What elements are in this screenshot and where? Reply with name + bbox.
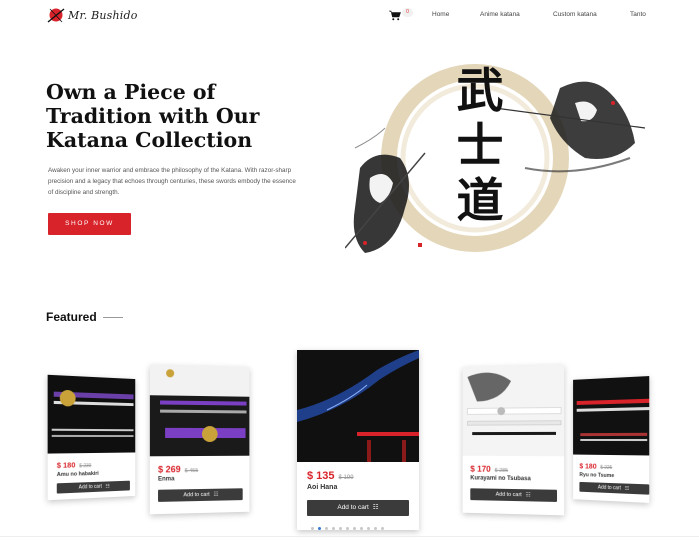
product-card[interactable]: $ 135 $ 199 Aoi Hana Add to cart ☷: [297, 350, 419, 530]
add-to-cart-button[interactable]: Add to cart ☷: [307, 500, 409, 516]
add-to-cart-button[interactable]: Add to cart ☷: [158, 488, 243, 502]
cart-icon: ☷: [213, 491, 219, 498]
product-price: $ 170: [470, 463, 491, 474]
product-name: Ryu no Tsume: [579, 472, 615, 480]
carousel-dot[interactable]: [332, 527, 335, 530]
product-card[interactable]: $ 180 $ 225 Ryu no Tsume Add to cart ☷: [573, 376, 650, 503]
product-old-price: $ 285: [494, 467, 509, 474]
product-image: [149, 364, 250, 457]
hero-title: Own a Piece of Tradition with Our Katana…: [46, 80, 260, 152]
product-price: $ 269: [158, 464, 181, 475]
add-to-cart-button[interactable]: Add to cart ☷: [56, 480, 130, 494]
product-card[interactable]: $ 180 $ 239 Amu no habakiri Add to cart ☷: [47, 374, 136, 501]
product-old-price: $ 455: [184, 468, 199, 475]
carousel-dot[interactable]: [311, 527, 314, 530]
carousel-dot[interactable]: [374, 527, 377, 530]
product-image: [47, 374, 136, 454]
hero-calligraphy: 武士道: [456, 64, 504, 229]
add-to-cart-label: Add to cart: [495, 491, 522, 499]
product-image: [297, 350, 419, 462]
product-price-row: $ 170 $ 285: [470, 464, 508, 474]
carousel-dot[interactable]: [353, 527, 356, 530]
product-card[interactable]: $ 269 $ 455 Enma Add to cart ☷: [149, 364, 250, 515]
product-price-row: $ 180 $ 239: [57, 460, 92, 470]
hero-description: Awaken your inner warrior and embrace th…: [48, 167, 296, 196]
featured-divider: [102, 316, 123, 318]
nav-link-anime-katana[interactable]: Anime katana: [480, 11, 520, 18]
add-to-cart-label: Add to cart: [597, 484, 621, 492]
product-price: $ 135: [307, 470, 335, 482]
cart-icon: ☷: [372, 504, 379, 511]
cart-icon: ☷: [525, 492, 531, 499]
red-seal-icon: [418, 243, 422, 247]
product-name: Amu no habakiri: [56, 470, 99, 479]
nav-link-tanto[interactable]: Tanto: [630, 11, 646, 18]
add-to-cart-label: Add to cart: [183, 491, 210, 499]
product-name: Kurayami no Tsubasa: [470, 475, 531, 483]
add-to-cart-label: Add to cart: [337, 504, 369, 511]
cart-icon: ☷: [624, 485, 630, 492]
shop-now-button[interactable]: SHOP NOW: [48, 213, 131, 235]
product-old-price: $ 225: [600, 464, 613, 472]
featured-heading: Featured: [46, 310, 123, 324]
product-image: [462, 364, 565, 457]
carousel-pagination: [311, 527, 384, 530]
carousel-dot[interactable]: [346, 527, 349, 530]
nav-link-custom-katana[interactable]: Custom katana: [553, 11, 597, 18]
product-price: $ 180: [56, 460, 76, 470]
cart-count-badge: 0: [402, 8, 413, 17]
hero-samurai-illustration: 武士道: [344, 58, 650, 258]
carousel-dot[interactable]: [381, 527, 384, 530]
carousel-dot[interactable]: [318, 527, 321, 530]
nav-link-home[interactable]: Home: [432, 11, 449, 18]
cart-button[interactable]: 0: [389, 8, 413, 21]
carousel-dot[interactable]: [360, 527, 363, 530]
carousel-dot[interactable]: [339, 527, 342, 530]
product-old-price: $ 199: [338, 475, 354, 481]
featured-title: Featured: [46, 310, 97, 324]
product-name: Enma: [158, 476, 175, 483]
add-to-cart-label: Add to cart: [78, 483, 102, 491]
main-nav: 0 Home Anime katana Custom katana Tanto: [0, 8, 699, 23]
add-to-cart-button[interactable]: Add to cart ☷: [470, 488, 558, 502]
cart-icon: ☷: [105, 483, 110, 490]
product-price-row: $ 180 $ 225: [579, 461, 612, 471]
product-card[interactable]: $ 170 $ 285 Kurayami no Tsubasa Add to c…: [462, 364, 565, 516]
product-price: $ 180: [579, 461, 597, 471]
carousel-dot[interactable]: [367, 527, 370, 530]
section-divider: [0, 536, 699, 537]
cart-icon: [389, 10, 401, 21]
carousel-dot[interactable]: [325, 527, 328, 530]
product-price-row: $ 135 $ 199: [307, 470, 354, 482]
add-to-cart-button[interactable]: Add to cart ☷: [579, 481, 650, 495]
product-image: [573, 376, 650, 456]
product-price-row: $ 269 $ 455: [158, 464, 198, 474]
product-old-price: $ 239: [79, 463, 92, 470]
product-name: Aoi Hana: [307, 484, 338, 491]
